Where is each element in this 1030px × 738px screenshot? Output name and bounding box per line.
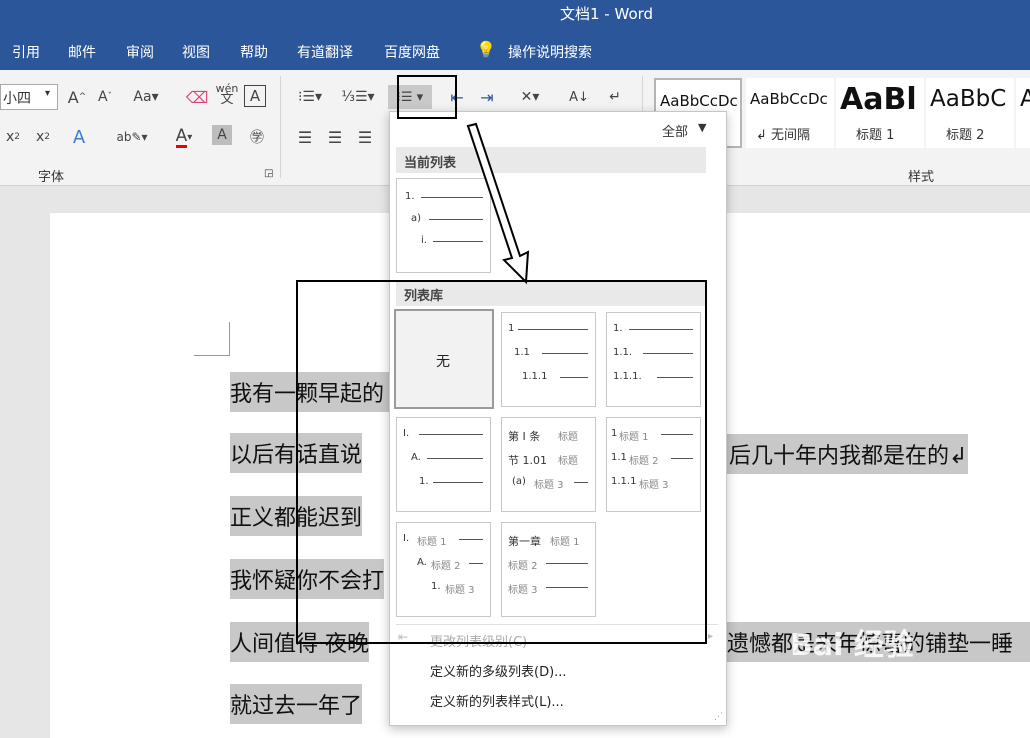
font-group-label: 字体 [38, 170, 65, 185]
level-number: 1. [405, 191, 415, 202]
menu-bar: 引用 邮件 审阅 视图 帮助 有道翻译 百度网盘 💡 操作说明搜索 [0, 28, 1030, 70]
grow-font-icon[interactable]: A ^ [64, 85, 90, 109]
asian-layout-icon[interactable]: ✕▾ [512, 85, 548, 109]
baidu-watermark-url: jingyan.baidu.com [795, 700, 925, 716]
document-text-line[interactable]: 后几十年内我都是在的↲ [727, 434, 968, 474]
change-case-icon[interactable]: Aa▾ [128, 85, 164, 109]
group-divider [280, 76, 281, 178]
arrow-annotation-icon [466, 122, 530, 285]
sort-icon[interactable]: A↓ [566, 85, 592, 109]
highlight-box-multilevel-button [397, 75, 457, 119]
tell-me-search[interactable]: 操作说明搜索 [508, 42, 592, 62]
shrink-font-icon[interactable]: Aˇ [92, 85, 118, 109]
align-left-icon[interactable]: ☰ [292, 125, 318, 149]
level-number: i. [421, 235, 427, 246]
font-size-combo[interactable]: 小四 ▾ [0, 84, 58, 110]
style-name: 标题 1 [856, 128, 895, 143]
title-bar [0, 0, 1030, 28]
style-heading-1[interactable]: AaBl 标题 1 [836, 78, 924, 148]
enclose-char-icon[interactable]: ㊫ [244, 125, 270, 149]
style-sample: AaBl [840, 82, 917, 117]
level-number: a) [411, 213, 422, 224]
style-sample: AaBbCcDc [750, 90, 828, 108]
font-dialog-launcher-icon[interactable]: ◲ [264, 168, 273, 179]
chevron-right-icon: ▸ [708, 631, 714, 642]
resize-grip-icon[interactable]: ⋰ [714, 712, 723, 722]
filter-all-button[interactable]: 全部 [662, 121, 688, 140]
char-shading-icon[interactable]: A [212, 125, 232, 145]
highlight-box-list-library [296, 280, 707, 644]
menu-view[interactable]: 视图 [182, 42, 210, 62]
bullets-icon[interactable]: ⁝☰▾ [292, 85, 328, 109]
align-center-icon[interactable]: ☰ [322, 125, 348, 149]
menu-help[interactable]: 帮助 [240, 42, 268, 62]
document-text-line[interactable]: 就过去一年了 [230, 684, 363, 724]
menu-youdao[interactable]: 有道翻译 [297, 42, 353, 62]
menu-references[interactable]: 引用 [12, 42, 40, 62]
font-size-value: 小四 [3, 91, 31, 107]
baidu-watermark-logo: Bai 经验 [790, 628, 914, 663]
define-multilevel-list-item[interactable]: 定义新的多级列表(D)... [430, 661, 567, 680]
style-name: ↲ 无间隔 [756, 128, 811, 143]
style-sample: AaBbCcDc [660, 92, 738, 110]
style-sample: A [1020, 86, 1030, 112]
font-color-icon[interactable]: A ▾ [164, 125, 204, 149]
menu-review[interactable]: 审阅 [126, 42, 154, 62]
clear-format-icon[interactable]: ⌫ [184, 85, 210, 109]
increase-indent-icon[interactable]: ⇥ [474, 85, 500, 109]
chevron-down-icon: ▾ [45, 88, 51, 99]
window-title: 文档1 - Word [560, 5, 654, 23]
style-heading-2[interactable]: AaBbC 标题 2 [926, 78, 1014, 148]
style-name: 标题 2 [946, 128, 985, 143]
char-border-icon[interactable]: A [244, 85, 266, 107]
subscript-icon[interactable]: x2 [0, 125, 26, 149]
superscript-icon[interactable]: x2 [30, 125, 56, 149]
menu-baidu-disk[interactable]: 百度网盘 [384, 42, 440, 62]
style-no-spacing[interactable]: AaBbCcDc ↲ 无间隔 [746, 78, 834, 148]
text-effects-icon[interactable]: A [66, 125, 92, 149]
margin-marker [194, 355, 230, 356]
menu-mailings[interactable]: 邮件 [68, 42, 96, 62]
styles-group-label: 样式 [908, 170, 935, 185]
numbering-icon[interactable]: ⅓☰▾ [340, 85, 376, 109]
phonetic-guide-icon[interactable]: wén 文 [214, 82, 240, 106]
lightbulb-icon: 💡 [476, 40, 496, 59]
style-title[interactable]: A [1016, 78, 1030, 148]
chevron-down-icon[interactable]: ▼ [698, 121, 706, 134]
define-list-style-item[interactable]: 定义新的列表样式(L)... [430, 691, 564, 710]
margin-marker [229, 322, 230, 356]
style-sample: AaBbC [930, 86, 1007, 112]
highlight-icon[interactable]: ab✎▾ [112, 125, 152, 149]
align-right-icon[interactable]: ☰ [352, 125, 378, 149]
current-list-header: 当前列表 [396, 147, 706, 173]
show-marks-icon[interactable]: ↵ [602, 85, 628, 109]
